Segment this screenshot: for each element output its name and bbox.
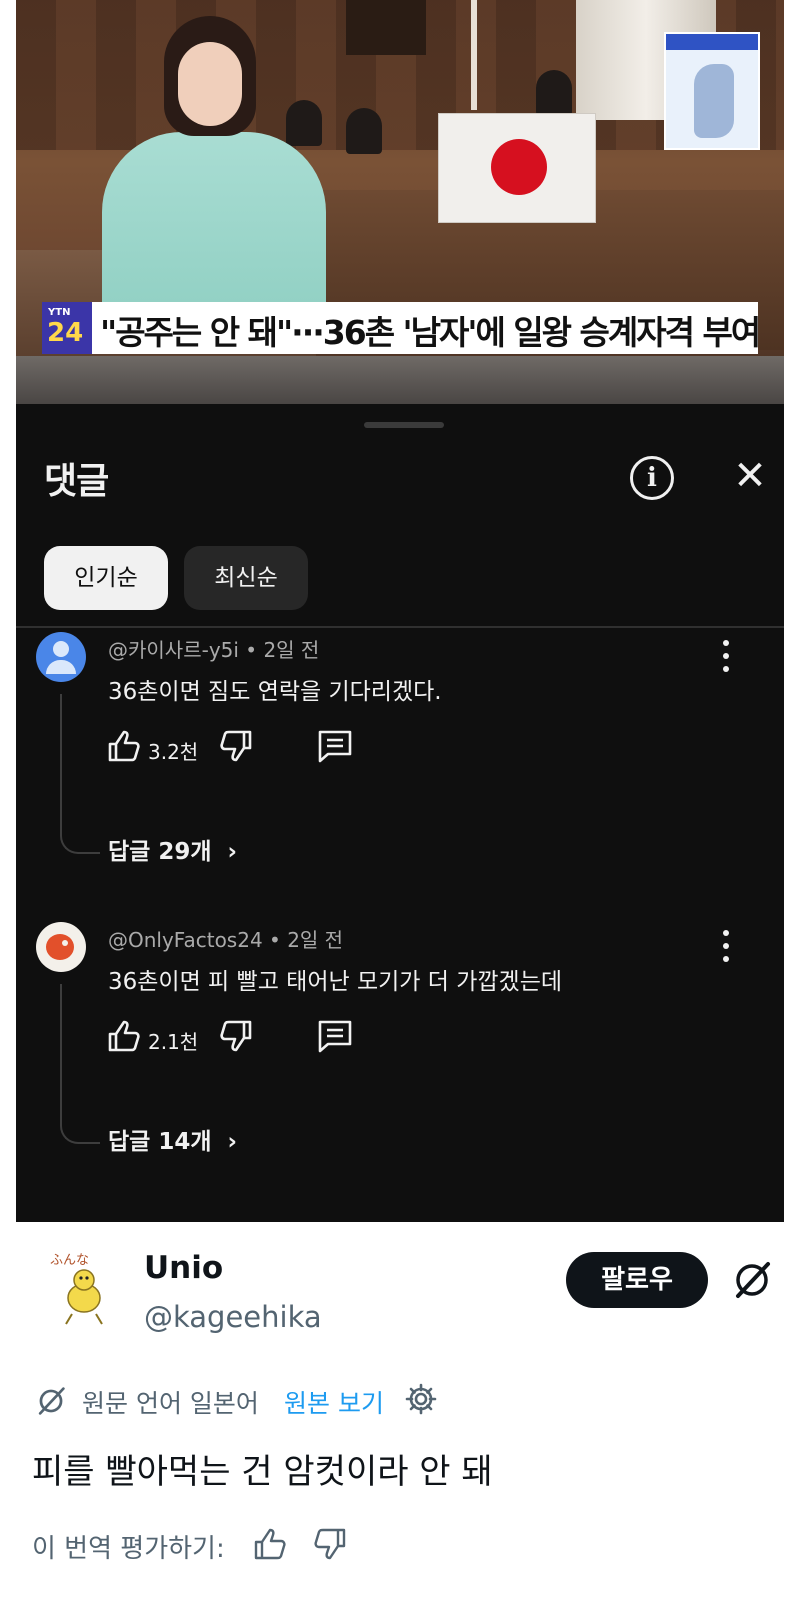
comment-time: 2일 전 <box>263 638 320 662</box>
thumbs-down-icon[interactable] <box>312 1526 348 1562</box>
thumbs-up-icon[interactable] <box>106 728 142 764</box>
tweet-text: 피를 빨아먹는 건 암컷이라 안 돼 <box>32 1452 493 1492</box>
thread-line <box>60 694 100 854</box>
video-thumbnail[interactable]: YTN 24 "공주는 안 돼"···36촌 '남자'에 일왕 승계자격 부여 <box>16 0 784 404</box>
comment-meta: @OnlyFactos24 • 2일 전 <box>108 928 344 952</box>
background-person <box>536 70 572 116</box>
like-count: 3.2천 <box>148 740 199 764</box>
like-count: 2.1천 <box>148 1030 199 1054</box>
news-headline: "공주는 안 돼"···36촌 '남자'에 일왕 승계자격 부여 <box>100 313 761 352</box>
comment-item: @OnlyFactos24 • 2일 전 36촌이면 피 빨고 태어난 모기가 … <box>16 922 784 1172</box>
weather-map-inset <box>664 32 760 150</box>
reply-icon[interactable] <box>316 728 354 764</box>
grok-icon[interactable] <box>730 1258 774 1302</box>
user-handle[interactable]: @kageehika <box>144 1300 322 1334</box>
close-icon[interactable]: ✕ <box>728 454 772 498</box>
comment-text: 36촌이면 피 빨고 태어난 모기가 더 가깝겠는데 <box>108 969 563 995</box>
more-options-icon[interactable] <box>716 930 736 964</box>
comment-meta: @카이사르-y5i • 2일 전 <box>108 638 320 662</box>
news-ticker: YTN 24 "공주는 안 돼"···36촌 '남자'에 일왕 승계자격 부여 <box>42 302 761 354</box>
comments-panel: 댓글 i ✕ 인기순 최신순 @카이사르-y5i • 2일 전 36촌이면 짐도… <box>16 404 784 1222</box>
panel-title: 댓글 <box>44 461 109 502</box>
avatar[interactable]: ふんな <box>42 1246 128 1332</box>
tweet-card: ふんな Unio @kageehika 팔로우 원문 언어 일본어 원본 보기 … <box>0 1222 800 1622</box>
thumbs-down-icon[interactable] <box>218 1018 254 1054</box>
avatar-caption: ふんな <box>50 1253 89 1268</box>
replies-count: 답글 14개 <box>108 1129 212 1155</box>
studio-floor <box>16 356 784 404</box>
channel-logo-top: YTN <box>48 307 71 318</box>
drag-handle[interactable] <box>364 422 444 428</box>
more-options-icon[interactable] <box>716 640 736 674</box>
reply-icon[interactable] <box>316 1018 354 1054</box>
rate-prompt: 이 번역 평가하기: <box>32 1534 225 1564</box>
replies-toggle[interactable]: 답글 29개 › <box>108 832 237 866</box>
sort-tab-top[interactable]: 인기순 <box>44 546 168 610</box>
replies-toggle[interactable]: 답글 14개 › <box>108 1122 237 1156</box>
flag-pole <box>471 0 477 110</box>
channel-logo: YTN 24 <box>42 302 92 354</box>
display-name[interactable]: Unio <box>144 1250 223 1286</box>
comment-time: 2일 전 <box>287 928 344 952</box>
gear-icon[interactable] <box>404 1382 438 1416</box>
thread-line <box>60 984 100 1144</box>
thumbs-up-icon[interactable] <box>252 1526 288 1562</box>
follow-button[interactable]: 팔로우 <box>566 1252 708 1308</box>
replies-count: 답글 29개 <box>108 839 212 865</box>
background-window <box>346 0 426 55</box>
news-anchor-face <box>178 42 242 126</box>
comment-author[interactable]: @카이사르-y5i <box>108 638 239 662</box>
avatar[interactable] <box>36 922 86 972</box>
comment-text: 36촌이면 짐도 연락을 기다리겠다. <box>108 679 442 705</box>
info-icon[interactable]: i <box>630 456 674 500</box>
grok-icon <box>38 1387 65 1415</box>
chevron-right-icon: › <box>219 1129 238 1155</box>
chevron-right-icon: › <box>219 839 238 865</box>
comment-item: @카이사르-y5i • 2일 전 36촌이면 짐도 연락을 기다리겠다. 3.2… <box>16 632 784 882</box>
background-person <box>286 100 322 146</box>
avatar[interactable] <box>36 632 86 682</box>
japan-flag <box>438 113 596 223</box>
thumbs-down-icon[interactable] <box>218 728 254 764</box>
sort-tab-newest[interactable]: 최신순 <box>184 546 308 610</box>
translation-note: 원문 언어 일본어 <box>82 1389 259 1418</box>
thumbs-up-icon[interactable] <box>106 1018 142 1054</box>
divider <box>16 626 784 628</box>
channel-logo-bottom: 24 <box>47 318 84 348</box>
background-person <box>346 108 382 154</box>
rate-translation: 이 번역 평가하기: <box>32 1528 346 1565</box>
comment-author[interactable]: @OnlyFactos24 <box>108 928 263 952</box>
view-original-link[interactable]: 원본 보기 <box>284 1384 384 1420</box>
